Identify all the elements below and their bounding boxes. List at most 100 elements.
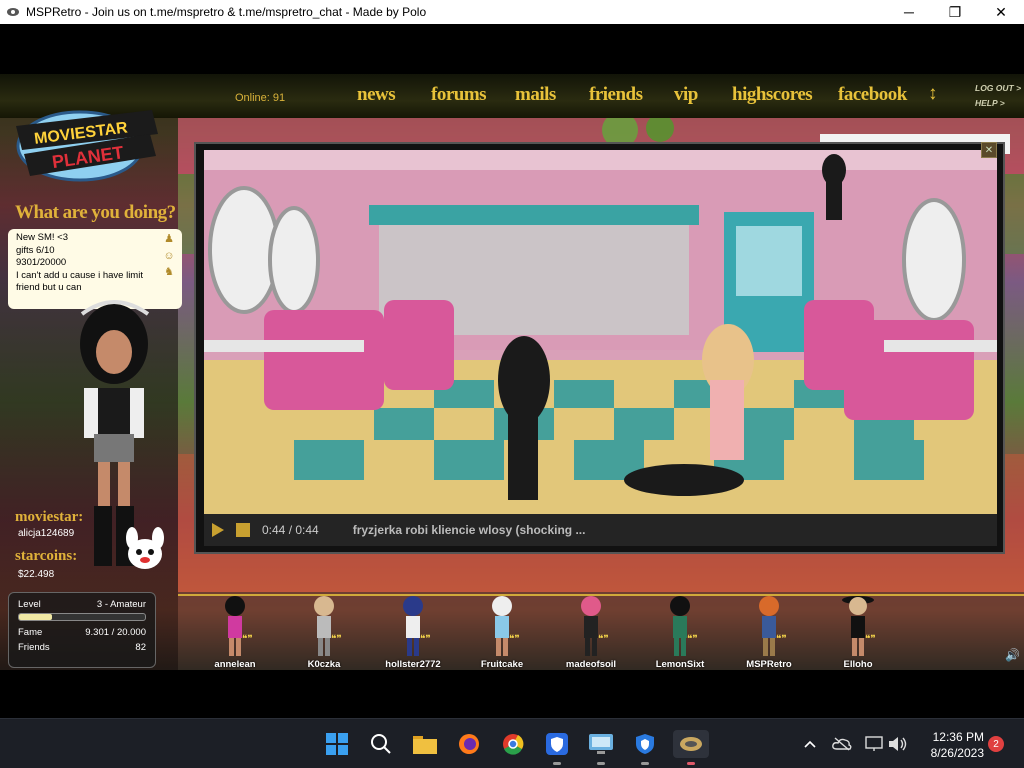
file-explorer-button[interactable] bbox=[411, 730, 439, 758]
user-name: K0czka bbox=[307, 659, 341, 670]
play-icon[interactable] bbox=[212, 523, 224, 537]
running-indicator bbox=[553, 762, 561, 765]
maximize-button[interactable]: ❐ bbox=[932, 0, 978, 24]
level-progress-bar bbox=[18, 613, 146, 621]
chat-bubble-icon[interactable]: ❝❞ bbox=[331, 634, 342, 645]
user-avatar bbox=[403, 596, 423, 656]
cloud-off-icon bbox=[832, 737, 852, 751]
chat-bubble-icon[interactable]: ❝❞ bbox=[242, 634, 253, 645]
status-line: I can't add u cause i have limit bbox=[16, 269, 143, 281]
fame-value: 9.301 / 20.000 bbox=[85, 627, 146, 638]
onedrive-button[interactable] bbox=[828, 730, 856, 758]
show-hidden-icons-button[interactable] bbox=[796, 730, 824, 758]
search-icon bbox=[371, 734, 391, 754]
heart-icon[interactable]: ☺ bbox=[163, 250, 174, 263]
friends-value: 82 bbox=[135, 642, 146, 653]
status-line: friend but u can bbox=[16, 282, 82, 293]
room-user[interactable]: ❝❞ madeofsoil bbox=[546, 594, 636, 670]
user-name: hollster2772 bbox=[385, 659, 441, 670]
monitor-icon bbox=[589, 734, 613, 754]
defender-button[interactable] bbox=[631, 730, 659, 765]
clock[interactable]: 12:36 PM 8/26/2023 bbox=[914, 729, 984, 761]
user-name: madeofsoil bbox=[565, 659, 617, 670]
close-video-button[interactable]: ✕ bbox=[981, 142, 997, 158]
volume-button[interactable] bbox=[884, 730, 912, 758]
notification-badge[interactable]: 2 bbox=[988, 736, 1004, 752]
nav-forums[interactable]: forums bbox=[431, 84, 487, 106]
chat-bubble-icon[interactable]: ❝❞ bbox=[420, 634, 431, 645]
chrome-icon bbox=[503, 734, 524, 755]
user-avatar bbox=[842, 596, 874, 656]
moviestar-planet-logo[interactable]: MOVIESTAR PLANET bbox=[12, 104, 162, 184]
nav-mails[interactable]: mails bbox=[515, 84, 556, 106]
chevron-up-icon bbox=[804, 740, 816, 748]
room-user[interactable]: ❝❞ LemonSixt bbox=[635, 594, 725, 670]
user-avatar bbox=[759, 596, 779, 656]
game-canvas[interactable]: Online: 91 news forums mails friends vip… bbox=[0, 74, 1024, 670]
person-icon[interactable]: ♟ bbox=[164, 233, 174, 246]
nav-facebook[interactable]: facebook bbox=[838, 84, 907, 106]
speaker-icon bbox=[889, 737, 907, 751]
stop-icon[interactable] bbox=[236, 523, 250, 537]
search-button[interactable] bbox=[367, 730, 395, 758]
user-avatar bbox=[492, 596, 512, 656]
user-avatar bbox=[670, 596, 690, 656]
level-label: Level bbox=[18, 599, 41, 610]
start-button[interactable] bbox=[323, 730, 351, 758]
user-avatar bbox=[225, 596, 245, 656]
firefox-icon bbox=[459, 734, 479, 754]
room-user[interactable]: ❝❞ K0czka bbox=[279, 594, 369, 670]
paw-icon[interactable]: ♞ bbox=[164, 266, 174, 279]
nav-highscores[interactable]: highscores bbox=[732, 84, 813, 106]
chat-bubble-icon[interactable]: ❝❞ bbox=[776, 634, 787, 645]
movie-scene[interactable] bbox=[204, 150, 997, 514]
minimize-button[interactable]: ─ bbox=[886, 0, 932, 24]
chrome-button[interactable] bbox=[499, 730, 527, 758]
chat-bubble-icon[interactable]: ❝❞ bbox=[598, 634, 609, 645]
pet-bunny-icon[interactable] bbox=[120, 524, 170, 574]
friends-label: Friends bbox=[18, 642, 50, 653]
starcoins-value: $22.498 bbox=[18, 569, 55, 580]
user-name: LemonSixt bbox=[655, 659, 705, 670]
room-user[interactable]: ❝❞ hollster2772 bbox=[368, 594, 458, 670]
nav-vip[interactable]: vip bbox=[674, 84, 698, 106]
taskbar: 12:36 PM 8/26/2023 2 bbox=[0, 718, 1024, 768]
letterbox-top bbox=[0, 24, 1024, 74]
room-user[interactable]: ❝❞ MSPRetro bbox=[724, 594, 814, 670]
window-title: MSPRetro - Join us on t.me/mspretro & t.… bbox=[26, 5, 427, 19]
clock-time: 12:36 PM bbox=[932, 730, 984, 744]
status-actions: ♟ ☺ ♞ bbox=[162, 233, 176, 279]
room-user[interactable]: ❝❞ Elloho bbox=[813, 594, 903, 670]
volume-icon[interactable]: 🔊 bbox=[1005, 648, 1020, 662]
moviestar-label: moviestar: bbox=[15, 509, 84, 525]
room-user[interactable]: ❝❞ Fruitcake bbox=[457, 594, 547, 670]
video-controls: 0:44 / 0:44 fryzjerka robi kliencie wlos… bbox=[204, 514, 997, 546]
vpn-app-button[interactable] bbox=[543, 730, 571, 765]
room-user[interactable]: ❝❞ annelean bbox=[190, 594, 280, 670]
salon-scene bbox=[204, 150, 997, 514]
movie-player[interactable]: ✕ 0:44 / 0:44 fryzjerka robi kliencie wl… bbox=[194, 142, 1005, 554]
firefox-button[interactable] bbox=[455, 730, 483, 758]
video-title: fryzjerka robi kliencie wlosy (shocking … bbox=[352, 523, 586, 537]
app-icon bbox=[7, 8, 19, 16]
username[interactable]: alicja124689 bbox=[18, 528, 74, 539]
logout-link[interactable]: LOG OUT > bbox=[975, 83, 1021, 93]
nav-friends[interactable]: friends bbox=[589, 84, 643, 106]
chat-bubble-icon[interactable]: ❝❞ bbox=[509, 634, 520, 645]
level-progress-fill bbox=[19, 614, 52, 620]
mspretro-app-button[interactable] bbox=[673, 730, 709, 765]
help-link[interactable]: HELP > bbox=[975, 98, 1005, 108]
chat-bubble-icon[interactable]: ❝❞ bbox=[687, 634, 698, 645]
clock-date: 8/26/2023 bbox=[930, 746, 984, 760]
windows-icon bbox=[326, 733, 348, 755]
status-line: gifts 6/10 bbox=[16, 244, 55, 256]
user-name: Fruitcake bbox=[480, 659, 524, 670]
resize-arrow-icon[interactable]: ↕ bbox=[928, 83, 938, 105]
user-name: Elloho bbox=[843, 659, 873, 670]
nav-news[interactable]: news bbox=[357, 84, 396, 106]
close-window-button[interactable]: ✕ bbox=[978, 0, 1024, 24]
remote-desktop-button[interactable] bbox=[587, 730, 615, 765]
chat-bubble-icon[interactable]: ❝❞ bbox=[865, 634, 876, 645]
active-indicator bbox=[687, 762, 695, 765]
starcoins-label: starcoins: bbox=[15, 548, 78, 564]
